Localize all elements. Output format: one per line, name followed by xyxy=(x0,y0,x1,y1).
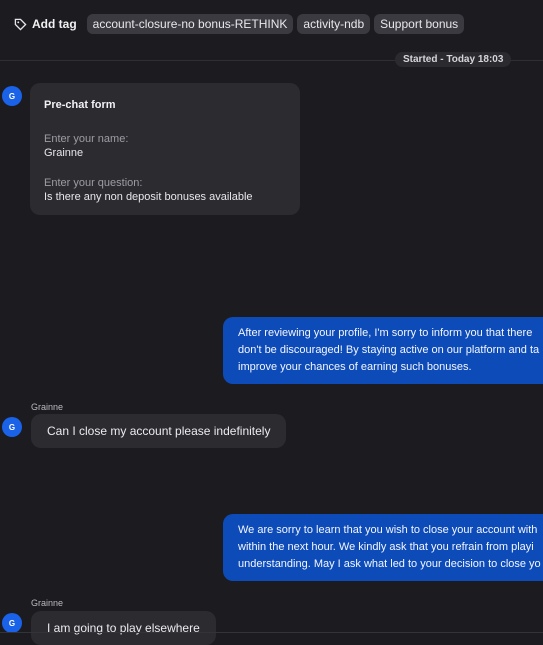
avatar: G xyxy=(2,613,22,633)
message-line: understanding. May I ask what led to you… xyxy=(238,558,541,570)
tag-chip-support-bonus[interactable]: Support bonus xyxy=(374,14,465,34)
message-line: within the next hour. We kindly ask that… xyxy=(238,541,534,553)
prechat-title: Pre-chat form xyxy=(44,99,116,111)
agent-message: After reviewing your profile, I'm sorry … xyxy=(223,317,543,384)
sender-name: Grainne xyxy=(31,402,64,412)
name-value: Grainne xyxy=(44,147,84,159)
message-line: improve your chances of earning such bon… xyxy=(238,361,472,373)
question-value: Is there any non deposit bonuses availab… xyxy=(44,191,253,203)
message-line: don't be discouraged! By staying active … xyxy=(238,344,540,356)
question-label: Enter your question: xyxy=(44,177,143,189)
message-line: After reviewing your profile, I'm sorry … xyxy=(238,327,533,339)
avatar: G xyxy=(2,417,22,437)
add-tag-button[interactable]: Add tag xyxy=(14,17,77,31)
tag-chip-activity-ndb[interactable]: activity-ndb xyxy=(297,14,371,34)
tag-bar: Add tag account-closure-no bonus-RETHINK… xyxy=(0,0,543,48)
user-message: Can I close my account please indefinite… xyxy=(31,414,287,448)
avatar: G xyxy=(2,86,22,106)
prechat-form-card: Pre-chat form Enter your name: Grainne E… xyxy=(30,83,300,215)
sender-name: Grainne xyxy=(31,598,64,608)
message-line: We are sorry to learn that you wish to c… xyxy=(238,524,538,536)
started-badge: Started - Today 18:03 xyxy=(395,52,512,67)
tag-icon xyxy=(14,18,27,31)
name-label: Enter your name: xyxy=(44,133,129,145)
composer-divider xyxy=(0,632,543,633)
agent-message: We are sorry to learn that you wish to c… xyxy=(223,514,543,581)
add-tag-label: Add tag xyxy=(32,17,77,31)
user-message: I am going to play elsewhere xyxy=(31,611,216,645)
tag-chip-account-closure[interactable]: account-closure-no bonus-RETHINK xyxy=(86,14,294,34)
